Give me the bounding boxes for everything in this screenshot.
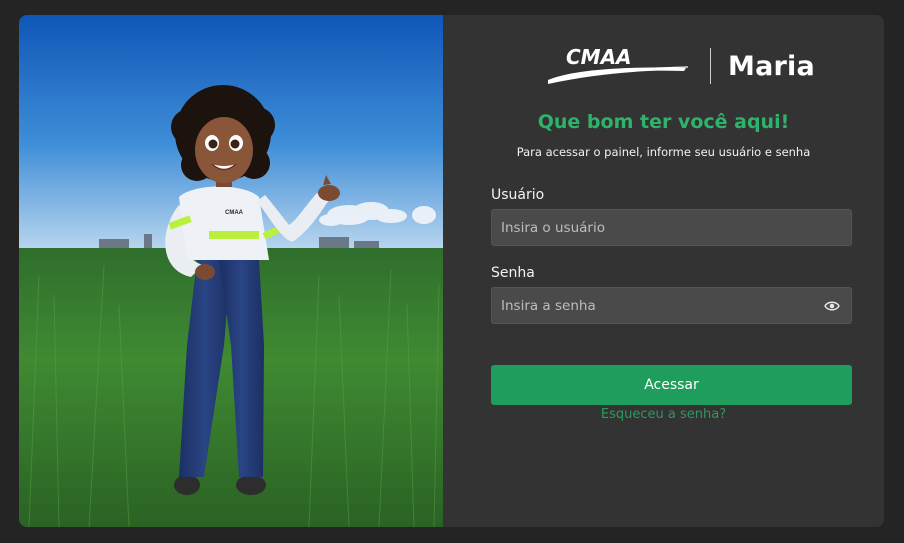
username-label: Usuário: [491, 187, 545, 203]
username-input[interactable]: [492, 210, 851, 245]
eye-icon[interactable]: [824, 300, 840, 312]
login-card: CMAA CMAA Maria Que bom ter você aqui! P…: [19, 15, 884, 527]
password-input[interactable]: [492, 288, 824, 323]
login-subtitle: Para acessar o painel, informe seu usuár…: [516, 145, 811, 159]
hero-image: CMAA: [19, 15, 443, 527]
welcome-title: Que bom ter você aqui!: [537, 111, 790, 133]
product-name: Maria: [728, 50, 815, 82]
shirt-logo-text: CMAA: [225, 210, 244, 216]
forgot-password-link[interactable]: Esqueceu a senha?: [443, 407, 884, 422]
mascot-illustration: CMAA: [19, 15, 443, 527]
login-panel: CMAA Maria Que bom ter você aqui! Para a…: [443, 15, 884, 527]
cmaa-logo: CMAA: [548, 46, 689, 84]
username-field: [491, 209, 852, 246]
password-label: Senha: [491, 265, 535, 281]
password-field: [491, 287, 852, 324]
brand-header: CMAA Maria: [548, 46, 815, 86]
submit-button[interactable]: Acessar: [491, 365, 852, 405]
brand-divider: [710, 48, 711, 84]
logo-text: CMAA: [566, 46, 632, 69]
